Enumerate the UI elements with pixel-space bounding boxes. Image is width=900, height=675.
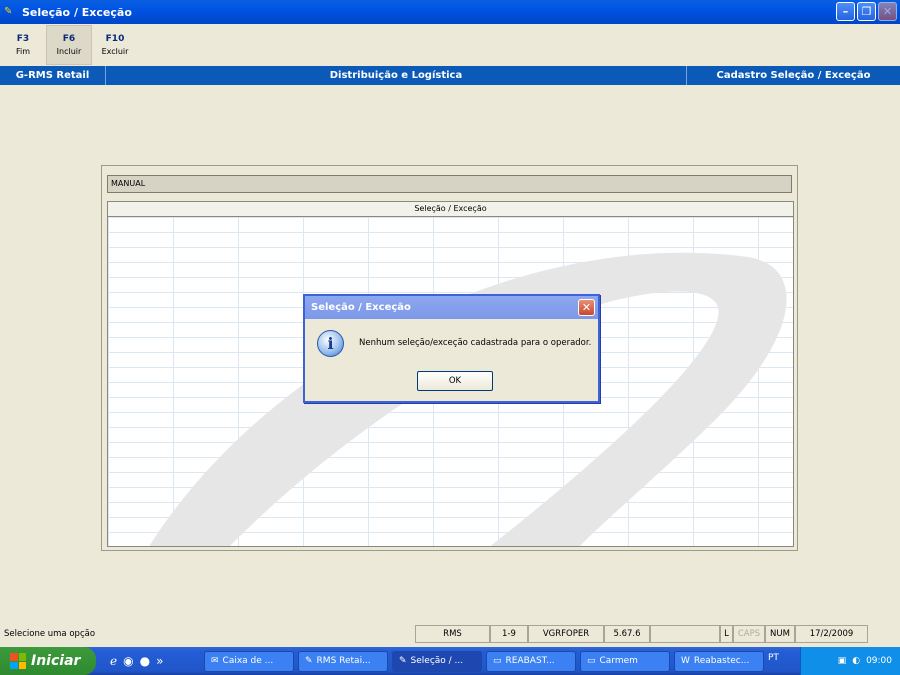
status-date: 17/2/2009: [795, 625, 868, 643]
network-icon[interactable]: ▣: [838, 656, 847, 666]
header-screen: Cadastro Seleção / Exceção: [716, 70, 871, 81]
status-system: RMS: [415, 625, 490, 643]
rms-icon: ✎: [399, 656, 407, 666]
taskbar: Iniciar ℯ ◉ ● » ✉ Caixa de ... ✎ RMS Retai…: [0, 647, 900, 675]
ie-icon[interactable]: ℯ: [110, 654, 117, 668]
status-indicator-caps: CAPS: [733, 625, 765, 643]
function-key-toolbar: F3 Fim F6 Incluir F10 Excluir: [0, 24, 900, 66]
media-icon[interactable]: ●: [140, 654, 150, 668]
info-icon: i: [317, 330, 344, 357]
task-rms-label: RMS Retai...: [316, 656, 371, 666]
language-indicator[interactable]: PT: [768, 653, 779, 663]
task-reabastec[interactable]: W Reabastec...: [674, 650, 764, 672]
status-bar: Selecione uma opção RMS 1-9 VGRFOPER 5.6…: [0, 624, 900, 644]
task-caixa-label: Caixa de ...: [222, 656, 274, 666]
quick-launch: ℯ ◉ ● »: [110, 654, 204, 668]
status-indicator-num: NUM: [765, 625, 795, 643]
task-rms-retail[interactable]: ✎ RMS Retai...: [298, 650, 388, 672]
status-message: Selecione uma opção: [0, 625, 415, 643]
task-reabast[interactable]: ▭ REABAST...: [486, 650, 576, 672]
grid-column-header[interactable]: Seleção / Exceção: [108, 202, 793, 217]
dialog-message: Nenhum seleção/exceção cadastrada para o…: [359, 338, 592, 348]
window-title: Seleção / Exceção: [22, 5, 132, 19]
dialog-titlebar: Seleção / Exceção: [305, 296, 598, 319]
f3-action-label: Fim: [15, 47, 31, 56]
status-empty: [650, 625, 720, 643]
manual-field: MANUAL: [107, 175, 792, 193]
f6-incluir-button[interactable]: F6 Incluir: [46, 25, 92, 65]
status-range: 1-9: [490, 625, 528, 643]
window-titlebar: ✎ Seleção / Exceção – ❐ ✕: [0, 0, 900, 24]
f10-key-label: F10: [105, 34, 125, 44]
maximize-button[interactable]: ❐: [857, 2, 876, 21]
f10-action-label: Excluir: [101, 47, 129, 56]
task-reabast-label: REABAST...: [505, 656, 555, 666]
f6-action-label: Incluir: [56, 47, 82, 56]
rms-icon: ✎: [305, 656, 313, 666]
task-reabastec-label: Reabastec...: [693, 656, 750, 666]
windows-flag-icon: [10, 653, 26, 669]
task-selecao[interactable]: ✎ Seleção / ...: [392, 650, 482, 672]
start-label: Iniciar: [31, 653, 81, 669]
dialog-title: Seleção / Exceção: [311, 302, 411, 313]
f3-fim-button[interactable]: F3 Fim: [0, 25, 46, 65]
volume-icon[interactable]: ◐: [852, 656, 860, 666]
browser-icon[interactable]: ◉: [123, 654, 133, 668]
start-button[interactable]: Iniciar: [0, 647, 96, 675]
task-carmem-label: Carmem: [599, 656, 638, 666]
more-icon[interactable]: »: [156, 654, 163, 668]
task-selecao-label: Seleção / ...: [410, 656, 464, 666]
header-product: G-RMS Retail: [0, 66, 106, 85]
folder-icon: ▭: [587, 656, 596, 666]
info-dialog: Seleção / Exceção ✕ i Nenhum seleção/exc…: [303, 294, 600, 403]
task-caixa[interactable]: ✉ Caixa de ...: [204, 650, 294, 672]
dialog-close-button[interactable]: ✕: [578, 299, 595, 316]
word-icon: W: [681, 656, 690, 666]
minimize-button[interactable]: –: [836, 2, 855, 21]
module-header-bar: G-RMS Retail Distribuição e Logística Ca…: [0, 66, 900, 85]
mail-icon: ✉: [211, 656, 219, 666]
task-carmem[interactable]: ▭ Carmem: [580, 650, 670, 672]
ok-button[interactable]: OK: [417, 371, 493, 391]
f3-key-label: F3: [16, 34, 30, 44]
close-button[interactable]: ✕: [878, 2, 897, 21]
folder-icon: ▭: [493, 656, 502, 666]
app-icon: ✎: [4, 6, 13, 17]
window-controls: – ❐ ✕: [836, 2, 897, 21]
status-indicator-l: L: [720, 625, 733, 643]
header-module: Distribuição e Logística: [106, 66, 687, 85]
system-tray: ▣ ◐ 09:00: [800, 647, 900, 675]
clock[interactable]: 09:00: [866, 656, 892, 666]
f10-excluir-button[interactable]: F10 Excluir: [92, 25, 138, 65]
f6-key-label: F6: [62, 34, 76, 44]
status-program: VGRFOPER: [528, 625, 604, 643]
status-version: 5.67.6: [604, 625, 650, 643]
